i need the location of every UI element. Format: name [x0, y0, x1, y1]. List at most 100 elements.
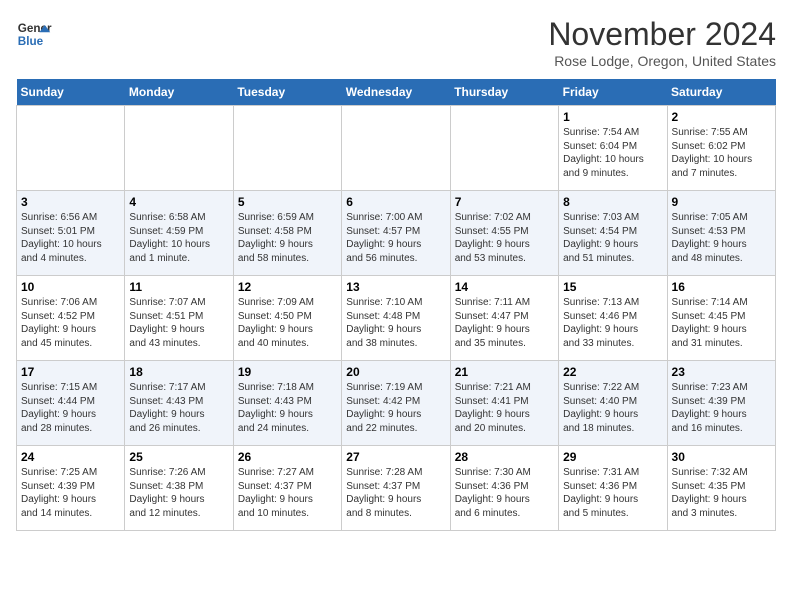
day-info: Sunrise: 7:07 AM Sunset: 4:51 PM Dayligh…	[129, 296, 228, 350]
calendar-cell: 2 Sunrise: 7:55 AM Sunset: 6:02 PM Daylig…	[667, 106, 775, 191]
day-number: 22	[563, 365, 662, 379]
calendar-cell: 22 Sunrise: 7:22 AM Sunset: 4:40 PM Dayli…	[559, 361, 667, 446]
day-info: Sunrise: 7:25 AM Sunset: 4:39 PM Dayligh…	[21, 466, 120, 520]
day-number: 12	[238, 280, 337, 294]
day-info: Sunrise: 7:10 AM Sunset: 4:48 PM Dayligh…	[346, 296, 445, 350]
weekday-header-thursday: Thursday	[450, 79, 558, 106]
day-number: 19	[238, 365, 337, 379]
calendar-cell: 5Sunrise: 6:59 AM Sunset: 4:58 PM Daylig…	[233, 191, 341, 276]
day-info: Sunrise: 7:13 AM Sunset: 4:46 PM Dayligh…	[563, 296, 662, 350]
day-info: Sunrise: 7:26 AM Sunset: 4:38 PM Dayligh…	[129, 466, 228, 520]
day-number: 1	[563, 110, 662, 124]
calendar-cell: 8Sunrise: 7:03 AM Sunset: 4:54 PM Daylig…	[559, 191, 667, 276]
weekday-header-monday: Monday	[125, 79, 233, 106]
day-info: Sunrise: 7:55 AM Sunset: 6:02 PM Dayligh…	[672, 126, 771, 180]
month-title: November 2024	[548, 16, 776, 53]
calendar-table: SundayMondayTuesdayWednesdayThursdayFrid…	[16, 79, 776, 531]
calendar-cell: 30Sunrise: 7:32 AM Sunset: 4:35 PM Dayli…	[667, 446, 775, 531]
day-info: Sunrise: 7:15 AM Sunset: 4:44 PM Dayligh…	[21, 381, 120, 435]
svg-text:Blue: Blue	[18, 35, 44, 48]
page-header: General Blue November 2024 Rose Lodge, O…	[16, 16, 776, 69]
calendar-cell: 15 Sunrise: 7:13 AM Sunset: 4:46 PM Dayli…	[559, 276, 667, 361]
day-info: Sunrise: 7:18 AM Sunset: 4:43 PM Dayligh…	[238, 381, 337, 435]
day-info: Sunrise: 7:11 AM Sunset: 4:47 PM Dayligh…	[455, 296, 554, 350]
weekday-header-sunday: Sunday	[17, 79, 125, 106]
day-number: 24	[21, 450, 120, 464]
day-info: Sunrise: 7:09 AM Sunset: 4:50 PM Dayligh…	[238, 296, 337, 350]
day-number: 7	[455, 195, 554, 209]
logo-icon: General Blue	[16, 16, 52, 52]
day-info: Sunrise: 7:19 AM Sunset: 4:42 PM Dayligh…	[346, 381, 445, 435]
day-number: 10	[21, 280, 120, 294]
week-row-2: 3Sunrise: 6:56 AM Sunset: 5:01 PM Daylig…	[17, 191, 776, 276]
calendar-cell: 6 Sunrise: 7:00 AM Sunset: 4:57 PM Daylig…	[342, 191, 450, 276]
day-number: 20	[346, 365, 445, 379]
day-number: 23	[672, 365, 771, 379]
day-info: Sunrise: 7:30 AM Sunset: 4:36 PM Dayligh…	[455, 466, 554, 520]
day-number: 28	[455, 450, 554, 464]
calendar-cell: 21 Sunrise: 7:21 AM Sunset: 4:41 PM Dayli…	[450, 361, 558, 446]
calendar-cell: 7 Sunrise: 7:02 AM Sunset: 4:55 PM Daylig…	[450, 191, 558, 276]
calendar-cell: 11 Sunrise: 7:07 AM Sunset: 4:51 PM Dayli…	[125, 276, 233, 361]
day-number: 30	[672, 450, 771, 464]
day-number: 9	[672, 195, 771, 209]
day-info: Sunrise: 7:21 AM Sunset: 4:41 PM Dayligh…	[455, 381, 554, 435]
day-info: Sunrise: 6:59 AM Sunset: 4:58 PM Dayligh…	[238, 211, 337, 265]
day-number: 16	[672, 280, 771, 294]
day-info: Sunrise: 6:56 AM Sunset: 5:01 PM Dayligh…	[21, 211, 120, 265]
location: Rose Lodge, Oregon, United States	[548, 53, 776, 69]
day-number: 6	[346, 195, 445, 209]
day-number: 11	[129, 280, 228, 294]
calendar-cell: 9 Sunrise: 7:05 AM Sunset: 4:53 PM Daylig…	[667, 191, 775, 276]
day-info: Sunrise: 7:23 AM Sunset: 4:39 PM Dayligh…	[672, 381, 771, 435]
day-info: Sunrise: 7:28 AM Sunset: 4:37 PM Dayligh…	[346, 466, 445, 520]
day-info: Sunrise: 7:03 AM Sunset: 4:54 PM Dayligh…	[563, 211, 662, 265]
calendar-cell: 17 Sunrise: 7:15 AM Sunset: 4:44 PM Dayli…	[17, 361, 125, 446]
day-info: Sunrise: 7:27 AM Sunset: 4:37 PM Dayligh…	[238, 466, 337, 520]
calendar-cell: 12 Sunrise: 7:09 AM Sunset: 4:50 PM Dayli…	[233, 276, 341, 361]
calendar-cell: 24 Sunrise: 7:25 AM Sunset: 4:39 PM Dayli…	[17, 446, 125, 531]
day-info: Sunrise: 7:31 AM Sunset: 4:36 PM Dayligh…	[563, 466, 662, 520]
week-row-5: 24 Sunrise: 7:25 AM Sunset: 4:39 PM Dayli…	[17, 446, 776, 531]
day-number: 26	[238, 450, 337, 464]
calendar-cell: 20 Sunrise: 7:19 AM Sunset: 4:42 PM Dayli…	[342, 361, 450, 446]
calendar-cell: 14 Sunrise: 7:11 AM Sunset: 4:47 PM Dayli…	[450, 276, 558, 361]
calendar-cell: 25Sunrise: 7:26 AM Sunset: 4:38 PM Dayli…	[125, 446, 233, 531]
weekday-header-saturday: Saturday	[667, 79, 775, 106]
calendar-cell	[233, 106, 341, 191]
calendar-cell: 26 Sunrise: 7:27 AM Sunset: 4:37 PM Dayli…	[233, 446, 341, 531]
calendar-header: SundayMondayTuesdayWednesdayThursdayFrid…	[17, 79, 776, 106]
calendar-cell: 18Sunrise: 7:17 AM Sunset: 4:43 PM Dayli…	[125, 361, 233, 446]
calendar-cell	[17, 106, 125, 191]
day-info: Sunrise: 7:05 AM Sunset: 4:53 PM Dayligh…	[672, 211, 771, 265]
calendar-cell: 19 Sunrise: 7:18 AM Sunset: 4:43 PM Dayli…	[233, 361, 341, 446]
day-info: Sunrise: 6:58 AM Sunset: 4:59 PM Dayligh…	[129, 211, 228, 265]
week-row-4: 17 Sunrise: 7:15 AM Sunset: 4:44 PM Dayli…	[17, 361, 776, 446]
day-info: Sunrise: 7:02 AM Sunset: 4:55 PM Dayligh…	[455, 211, 554, 265]
weekday-header-tuesday: Tuesday	[233, 79, 341, 106]
day-number: 15	[563, 280, 662, 294]
day-number: 2	[672, 110, 771, 124]
calendar-cell: 10Sunrise: 7:06 AM Sunset: 4:52 PM Dayli…	[17, 276, 125, 361]
day-number: 17	[21, 365, 120, 379]
week-row-3: 10Sunrise: 7:06 AM Sunset: 4:52 PM Dayli…	[17, 276, 776, 361]
calendar-cell: 1 Sunrise: 7:54 AM Sunset: 6:04 PM Daylig…	[559, 106, 667, 191]
calendar-cell: 23 Sunrise: 7:23 AM Sunset: 4:39 PM Dayli…	[667, 361, 775, 446]
weekday-header-wednesday: Wednesday	[342, 79, 450, 106]
calendar-cell: 27Sunrise: 7:28 AM Sunset: 4:37 PM Dayli…	[342, 446, 450, 531]
calendar-cell: 4 Sunrise: 6:58 AM Sunset: 4:59 PM Daylig…	[125, 191, 233, 276]
day-number: 4	[129, 195, 228, 209]
calendar-cell: 16 Sunrise: 7:14 AM Sunset: 4:45 PM Dayli…	[667, 276, 775, 361]
day-number: 13	[346, 280, 445, 294]
day-info: Sunrise: 7:22 AM Sunset: 4:40 PM Dayligh…	[563, 381, 662, 435]
day-number: 18	[129, 365, 228, 379]
calendar-cell: 3Sunrise: 6:56 AM Sunset: 5:01 PM Daylig…	[17, 191, 125, 276]
day-number: 21	[455, 365, 554, 379]
day-number: 14	[455, 280, 554, 294]
day-info: Sunrise: 7:14 AM Sunset: 4:45 PM Dayligh…	[672, 296, 771, 350]
calendar-cell: 13 Sunrise: 7:10 AM Sunset: 4:48 PM Dayli…	[342, 276, 450, 361]
calendar-cell: 29Sunrise: 7:31 AM Sunset: 4:36 PM Dayli…	[559, 446, 667, 531]
calendar-cell	[125, 106, 233, 191]
day-info: Sunrise: 7:54 AM Sunset: 6:04 PM Dayligh…	[563, 126, 662, 180]
day-info: Sunrise: 7:00 AM Sunset: 4:57 PM Dayligh…	[346, 211, 445, 265]
